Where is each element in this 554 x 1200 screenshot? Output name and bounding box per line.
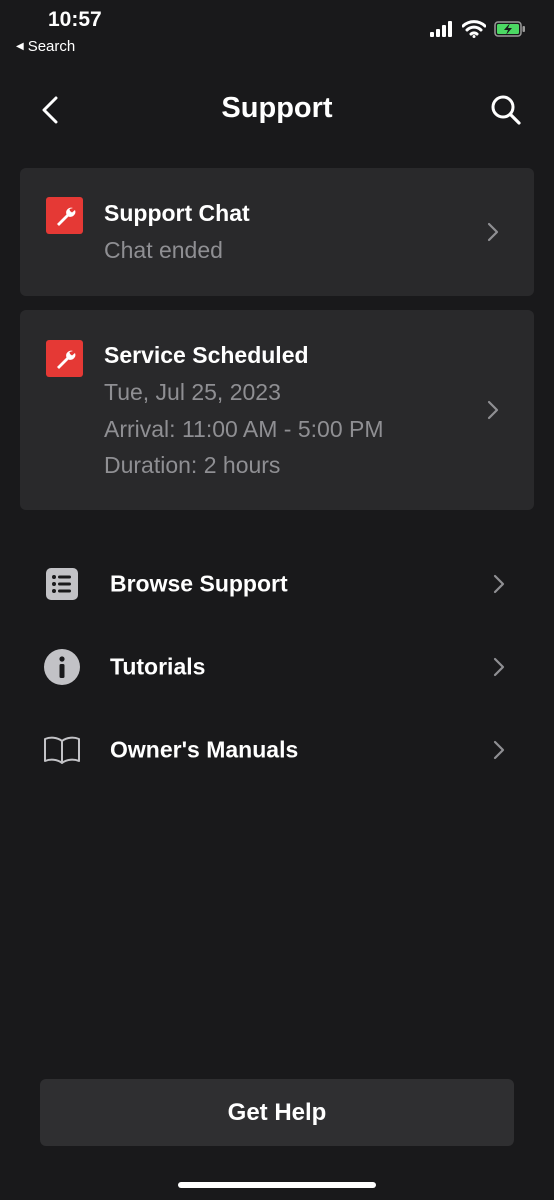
get-help-button[interactable]: Get Help	[40, 1079, 514, 1146]
service-date: Tue, Jul 25, 2023	[104, 379, 281, 405]
chevron-right-icon	[493, 657, 505, 677]
book-icon	[42, 730, 82, 770]
support-chat-status: Chat ended	[104, 237, 223, 263]
service-arrival: Arrival: 11:00 AM - 5:00 PM	[104, 416, 384, 442]
browse-support-label: Browse Support	[110, 570, 288, 597]
back-to-app-link[interactable]: ◀ Search	[16, 38, 75, 55]
owners-manuals-item[interactable]: Owner's Manuals	[0, 715, 554, 785]
tutorials-label: Tutorials	[110, 653, 206, 680]
service-scheduled-card[interactable]: Service Scheduled Tue, Jul 25, 2023 Arri…	[20, 310, 534, 510]
wrench-icon	[46, 197, 83, 234]
service-duration: Duration: 2 hours	[104, 452, 281, 478]
browse-support-item[interactable]: Browse Support	[0, 549, 554, 619]
chevron-right-icon	[493, 574, 505, 594]
chevron-right-icon	[493, 740, 505, 760]
tutorials-item[interactable]: Tutorials	[0, 632, 554, 702]
support-chat-card[interactable]: Support Chat Chat ended	[20, 168, 534, 296]
service-title: Service Scheduled	[104, 342, 309, 368]
status-icons	[430, 20, 526, 38]
status-time: 10:57	[48, 8, 102, 31]
support-chat-title: Support Chat	[104, 200, 250, 226]
back-app-label: Search	[27, 38, 76, 55]
info-icon	[42, 647, 82, 687]
support-screen: 10:57 ◀ Search Support Support Chat Chat…	[0, 0, 554, 1200]
owners-manuals-label: Owner's Manuals	[110, 736, 299, 763]
battery-charging-icon	[494, 21, 525, 37]
wrench-icon	[46, 340, 83, 377]
cellular-signal-icon	[430, 21, 452, 37]
back-triangle-icon: ◀	[16, 41, 24, 52]
home-indicator[interactable]	[178, 1182, 376, 1188]
wifi-icon	[462, 20, 486, 38]
list-icon	[42, 564, 82, 604]
search-icon	[491, 95, 521, 125]
chevron-right-icon	[487, 400, 499, 420]
chevron-right-icon	[487, 222, 499, 242]
search-button[interactable]	[486, 90, 526, 130]
page-title: Support	[221, 92, 333, 124]
